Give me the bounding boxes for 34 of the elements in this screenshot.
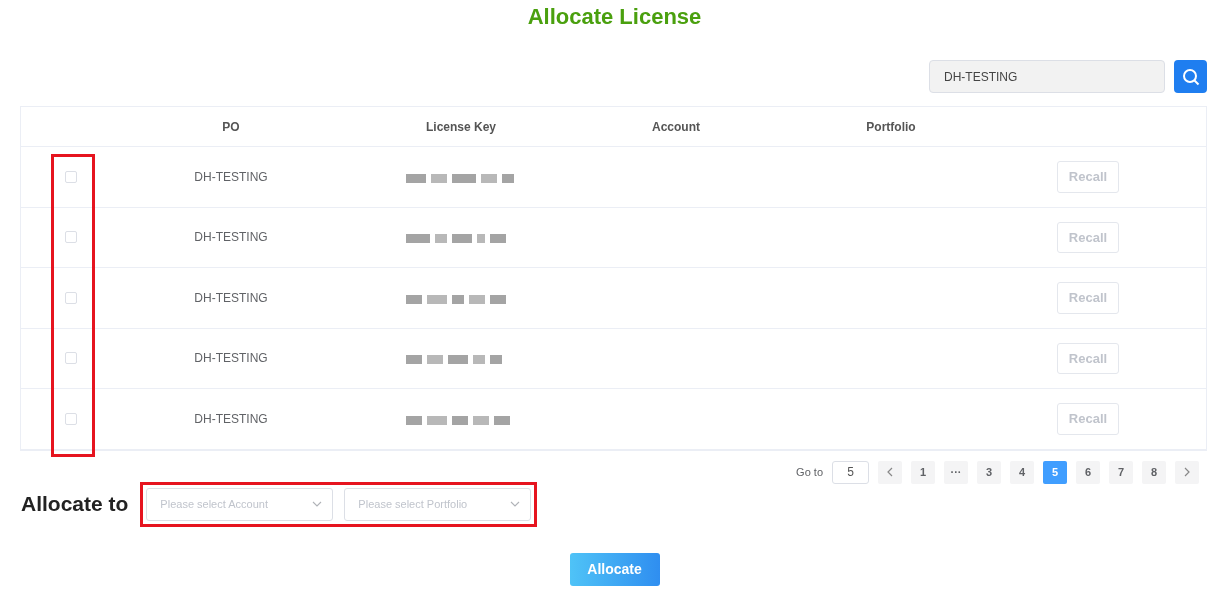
page-title: Allocate License — [526, 3, 703, 31]
chevron-right-icon — [1184, 467, 1190, 477]
page-button[interactable]: ··· — [944, 460, 968, 484]
chevron-down-icon — [510, 501, 521, 507]
section-label: Allocate to — [21, 491, 129, 518]
search-button[interactable] — [1174, 60, 1207, 93]
checkbox[interactable] — [65, 412, 77, 425]
column-header: PO — [222, 119, 240, 134]
column-header: License Key — [425, 119, 496, 134]
prev-page-button[interactable] — [878, 460, 902, 484]
page-button[interactable]: 1 — [911, 460, 935, 484]
chevron-left-icon — [887, 467, 893, 477]
checkbox[interactable] — [65, 170, 77, 183]
chevron-down-icon — [312, 501, 323, 507]
page-input[interactable]: 5 — [832, 460, 869, 484]
goto-label: Go to — [796, 464, 823, 480]
column-header: Account — [652, 119, 700, 134]
search-icon — [1181, 67, 1200, 86]
column-header: Portfolio — [866, 119, 916, 134]
table-cell: DH-TESTING — [194, 290, 268, 305]
page-button[interactable]: 3 — [977, 460, 1001, 484]
checkbox[interactable] — [65, 352, 77, 365]
search-field[interactable]: DH-TESTING — [929, 60, 1165, 93]
table-cell: DH-TESTING — [194, 351, 268, 366]
page-button[interactable]: 6 — [1076, 460, 1100, 484]
page-button[interactable]: 7 — [1109, 460, 1133, 484]
next-page-button[interactable] — [1175, 460, 1199, 484]
checkbox[interactable] — [65, 291, 77, 304]
page-button[interactable]: 4 — [1010, 460, 1034, 484]
table-cell: DH-TESTING — [194, 169, 268, 184]
checkbox[interactable] — [65, 231, 77, 244]
table-cell: DH-TESTING — [194, 411, 268, 426]
table-cell: DH-TESTING — [194, 230, 268, 245]
page-button[interactable]: 8 — [1142, 460, 1166, 484]
